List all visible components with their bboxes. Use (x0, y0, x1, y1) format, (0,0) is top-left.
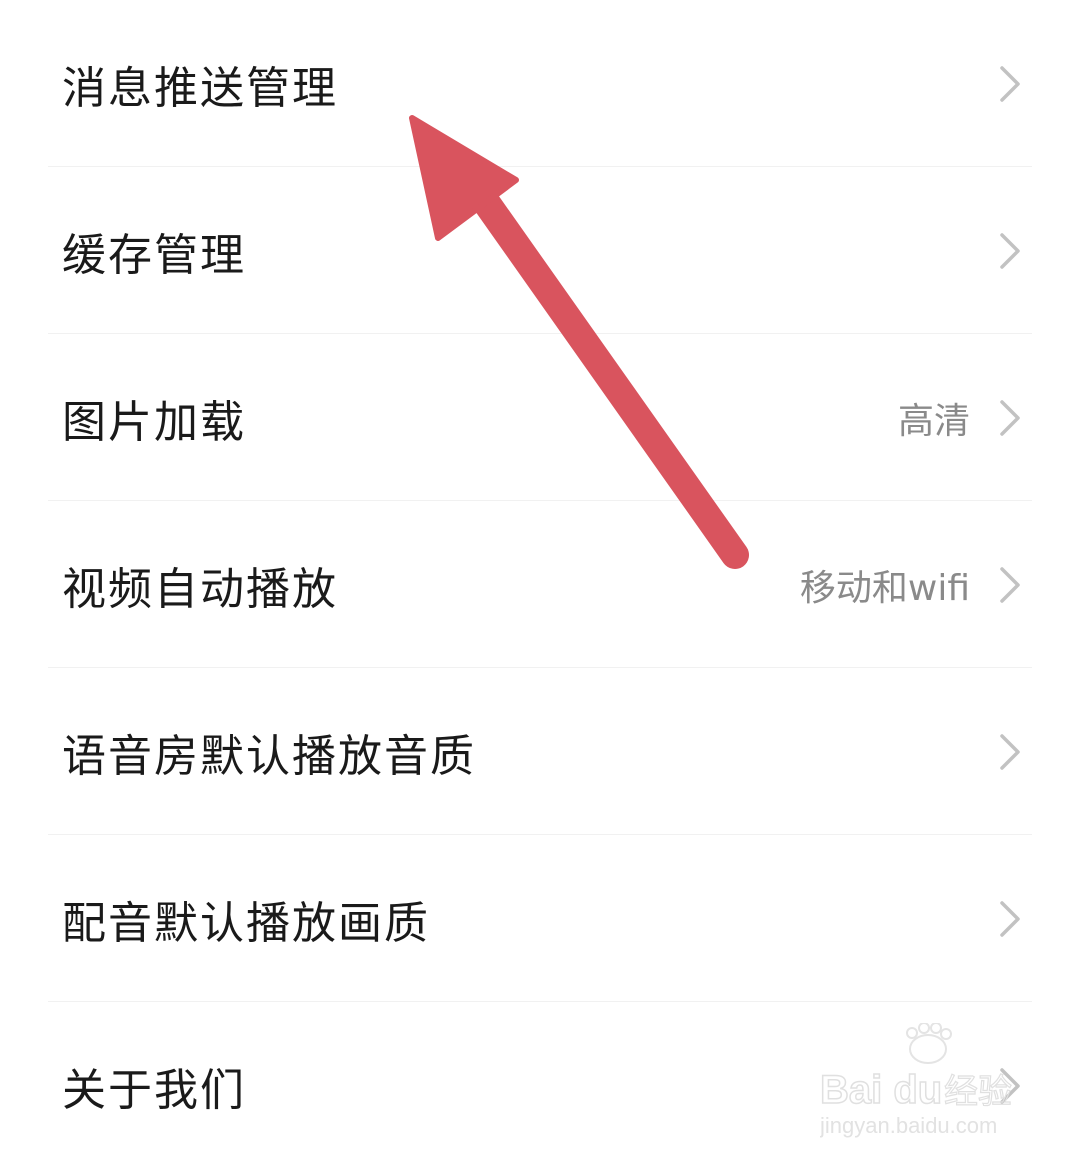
settings-item-video-autoplay[interactable]: 视频自动播放 移动和wifi (0, 501, 1080, 668)
settings-item-image-loading[interactable]: 图片加载 高清 (0, 334, 1080, 501)
settings-list: 消息推送管理 缓存管理 图片加载 高清 视频自动播放 移动和wifi 语音房默认… (0, 0, 1080, 1169)
settings-item-value: 移动和wifi (799, 567, 970, 609)
settings-item-about-us[interactable]: 关于我们 (0, 1002, 1080, 1169)
settings-item-label: 关于我们 (62, 1064, 246, 1116)
settings-item-label: 缓存管理 (62, 229, 246, 281)
settings-item-cache[interactable]: 缓存管理 (0, 167, 1080, 334)
settings-item-label: 消息推送管理 (62, 62, 338, 114)
settings-item-label: 语音房默认播放音质 (62, 730, 476, 782)
settings-item-label: 配音默认播放画质 (62, 897, 430, 949)
settings-item-label: 视频自动播放 (62, 563, 338, 615)
settings-item-dubbing-video-quality[interactable]: 配音默认播放画质 (0, 835, 1080, 1002)
chevron-right-icon (1000, 65, 1020, 102)
chevron-right-icon (1000, 566, 1020, 603)
chevron-right-icon (1000, 733, 1020, 770)
settings-item-label: 图片加载 (62, 396, 246, 448)
chevron-right-icon (1000, 232, 1020, 269)
settings-item-push-notifications[interactable]: 消息推送管理 (0, 0, 1080, 167)
chevron-right-icon (1000, 399, 1020, 436)
settings-item-value: 高清 (897, 400, 970, 442)
chevron-right-icon (1000, 1067, 1020, 1104)
chevron-right-icon (1000, 900, 1020, 937)
settings-item-voice-room-audio-quality[interactable]: 语音房默认播放音质 (0, 668, 1080, 835)
